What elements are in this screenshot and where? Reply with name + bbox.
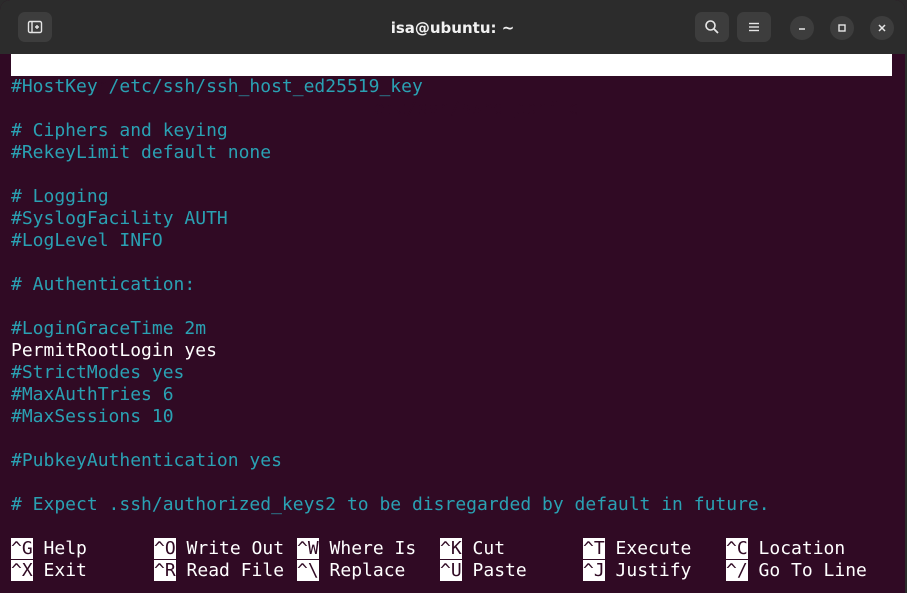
shortcut-key: ^U xyxy=(440,560,462,581)
shortcut-where-is[interactable]: ^W Where Is xyxy=(297,538,416,560)
editor-line: #StrictModes yes xyxy=(11,362,185,383)
editor-line: PermitRootLogin yes xyxy=(11,340,217,361)
shortcut-key: ^G xyxy=(11,538,33,559)
shortcut-key: ^J xyxy=(583,560,605,581)
editor-line: #MaxSessions 10 xyxy=(11,406,174,427)
shortcut-key: ^O xyxy=(154,538,176,559)
close-button[interactable] xyxy=(870,16,894,40)
editor-line: # Expect .ssh/authorized_keys2 to be dis… xyxy=(11,494,770,515)
shortcut-label: Paste xyxy=(461,560,527,581)
shortcut-execute[interactable]: ^T Execute xyxy=(583,538,691,560)
editor-line: #HostKey /etc/ssh/ssh_host_ed25519_key xyxy=(11,76,423,97)
editor-line: #RekeyLimit default none xyxy=(11,142,272,163)
shortcut-read-file[interactable]: ^R Read File xyxy=(154,560,284,582)
terminal-content[interactable]: GNU nano 7.2 etc/ssh/sshd_config #HostKe… xyxy=(11,54,892,584)
shortcut-label: Read File xyxy=(175,560,285,581)
shortcut-label: Justify xyxy=(604,560,692,581)
shortcut-key: ^X xyxy=(11,560,33,581)
shortcut-replace[interactable]: ^\ Replace xyxy=(297,560,405,582)
maximize-button[interactable] xyxy=(830,16,854,40)
shortcut-key: ^W xyxy=(297,538,319,559)
terminal-window: isa@ubuntu: ~ GNU nano 7.2 etc/ssh/sshd_… xyxy=(0,0,905,593)
shortcut-justify[interactable]: ^J Justify xyxy=(583,560,691,582)
shortcut-label: Write Out xyxy=(175,538,285,559)
shortcut-label: Where Is xyxy=(318,538,417,559)
editor-line: # Ciphers and keying xyxy=(11,120,228,141)
shortcut-write-out[interactable]: ^O Write Out xyxy=(154,538,284,560)
shortcut-key: ^C xyxy=(726,538,748,559)
shortcut-key: ^T xyxy=(583,538,605,559)
shortcut-help[interactable]: ^G Help xyxy=(11,538,87,560)
maximize-icon xyxy=(838,24,846,32)
editor-line: #LoginGraceTime 2m xyxy=(11,318,207,339)
shortcut-location[interactable]: ^C Location xyxy=(726,538,845,560)
shortcut-key: ^\ xyxy=(297,560,319,581)
title-bar[interactable]: isa@ubuntu: ~ xyxy=(0,0,905,54)
search-icon xyxy=(705,20,719,34)
shortcut-label: Execute xyxy=(604,538,692,559)
shortcut-label: Location xyxy=(747,538,846,559)
nano-header-bar: GNU nano 7.2 etc/ssh/sshd_config xyxy=(11,54,892,119)
shortcut-exit[interactable]: ^X Exit xyxy=(11,560,87,582)
shortcut-key: ^/ xyxy=(726,560,748,581)
shortcut-label: Exit xyxy=(32,560,87,581)
search-button[interactable] xyxy=(695,12,729,42)
shortcut-key: ^R xyxy=(154,560,176,581)
editor-line: #MaxAuthTries 6 xyxy=(11,384,174,405)
editor-line: # Logging xyxy=(11,186,109,207)
shortcut-label: Go To Line xyxy=(747,560,867,581)
editor-line: #SyslogFacility AUTH xyxy=(11,208,228,229)
editor-line: #PubkeyAuthentication yes xyxy=(11,450,282,471)
editor-line: #LogLevel INFO xyxy=(11,230,163,251)
editor-line: # Authentication: xyxy=(11,274,196,295)
shortcut-label: Replace xyxy=(318,560,406,581)
nano-filename: etc/ssh/sshd_config xyxy=(374,98,580,119)
shortcut-go-to-line[interactable]: ^/ Go To Line xyxy=(726,560,867,582)
hamburger-menu-icon xyxy=(749,22,759,32)
shortcut-paste[interactable]: ^U Paste xyxy=(440,560,527,582)
minimize-icon xyxy=(799,28,805,30)
menu-button[interactable] xyxy=(737,12,771,42)
minimize-button[interactable] xyxy=(790,16,814,40)
shortcut-key: ^K xyxy=(440,538,462,559)
close-icon xyxy=(878,24,886,32)
shortcut-label: Cut xyxy=(461,538,506,559)
shortcut-cut[interactable]: ^K Cut xyxy=(440,538,505,560)
shortcut-label: Help xyxy=(32,538,87,559)
